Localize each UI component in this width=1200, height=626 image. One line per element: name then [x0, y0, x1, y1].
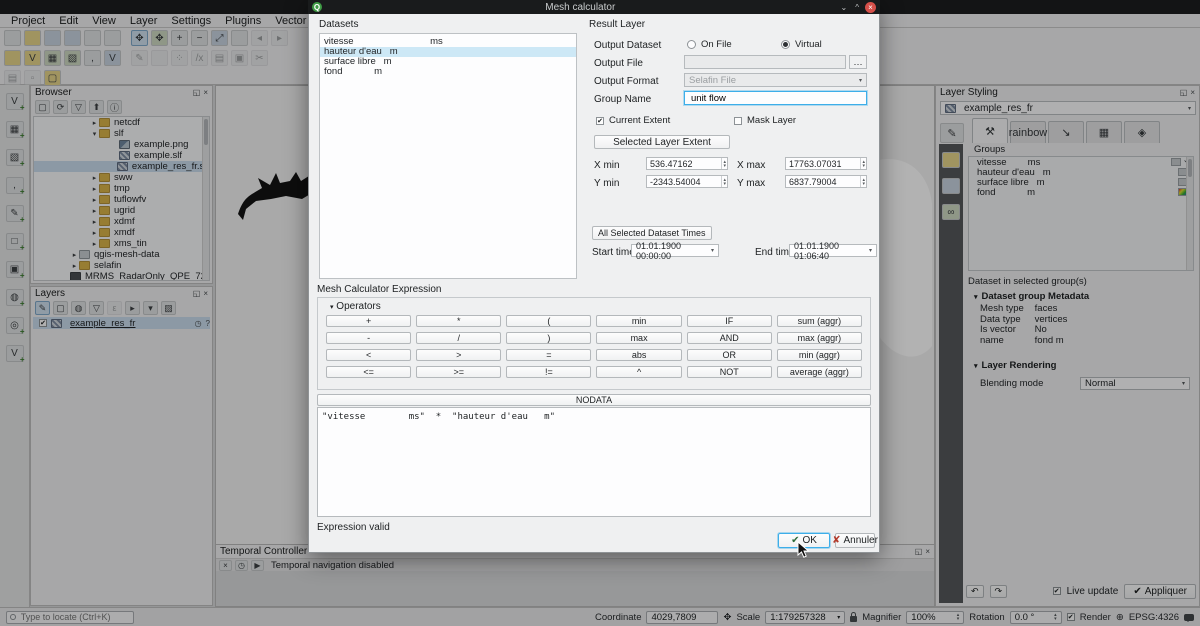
- operator-button[interactable]: min: [596, 315, 681, 327]
- xmax-input[interactable]: 17763.07031▴▾: [785, 157, 867, 170]
- operator-button[interactable]: >: [416, 349, 501, 361]
- chevron-down-icon: ▾: [859, 77, 862, 84]
- operator-button[interactable]: <=: [326, 366, 411, 378]
- output-file-input[interactable]: [684, 55, 846, 69]
- xmin-label: X min: [594, 160, 620, 171]
- operator-button[interactable]: AND: [687, 332, 772, 344]
- mouse-cursor: [797, 541, 811, 559]
- chevron-down-icon: ▾: [869, 247, 872, 254]
- operator-button[interactable]: IF: [687, 315, 772, 327]
- ymax-label: Y max: [737, 178, 765, 189]
- xmin-input[interactable]: 536.47162▴▾: [646, 157, 728, 170]
- virtual-radio[interactable]: Virtual: [781, 39, 822, 50]
- operator-button[interactable]: ): [506, 332, 591, 344]
- operator-button[interactable]: sum (aggr): [777, 315, 862, 327]
- operator-button[interactable]: +: [326, 315, 411, 327]
- nodata-button[interactable]: NODATA: [317, 394, 871, 406]
- start-time-select[interactable]: 01.01.1900 00:00:00▾: [631, 244, 719, 257]
- browse-button[interactable]: …: [849, 55, 867, 69]
- ymin-label: Y min: [594, 178, 619, 189]
- datasets-label: Datasets: [319, 19, 358, 30]
- operator-button[interactable]: ^: [596, 366, 681, 378]
- dialog-title: Mesh calculator: [326, 2, 835, 13]
- mask-layer-checkbox[interactable]: Mask Layer: [734, 115, 796, 126]
- operator-button[interactable]: OR: [687, 349, 772, 361]
- expression-section-label: Mesh Calculator Expression: [317, 284, 442, 295]
- current-extent-checkbox[interactable]: Current Extent: [596, 115, 670, 126]
- operator-button[interactable]: *: [416, 315, 501, 327]
- expression-editor[interactable]: "vitesse ms" * "hauteur d'eau m": [317, 407, 871, 517]
- operator-button[interactable]: =: [506, 349, 591, 361]
- ymin-input[interactable]: -2343.54004▴▾: [646, 175, 728, 188]
- operator-button[interactable]: max (aggr): [777, 332, 862, 344]
- operators-label: Operators: [336, 301, 380, 312]
- collapse-caret-icon[interactable]: ▾: [330, 304, 334, 311]
- screen: ProjectEditViewLayerSettingsPluginsVecto…: [0, 0, 1200, 626]
- close-dialog-icon[interactable]: ×: [865, 2, 876, 13]
- operator-button[interactable]: abs: [596, 349, 681, 361]
- dialog-titlebar[interactable]: Q Mesh calculator ⌄ ^ ×: [308, 0, 880, 14]
- xmax-label: X max: [737, 160, 765, 171]
- result-layer-label: Result Layer: [589, 19, 645, 30]
- output-file-label: Output File: [594, 58, 643, 69]
- datasets-list: vitesse mshauteur d'eau msurface libre m…: [319, 33, 577, 279]
- end-time-select[interactable]: 01.01.1900 01:06:40▾: [789, 244, 877, 257]
- operator-button[interactable]: -: [326, 332, 411, 344]
- on-file-radio[interactable]: On File: [687, 39, 732, 50]
- operator-button[interactable]: !=: [506, 366, 591, 378]
- operator-button[interactable]: min (aggr): [777, 349, 862, 361]
- dialog-body: Datasets vitesse mshauteur d'eau msurfac…: [308, 14, 880, 553]
- operator-button[interactable]: average (aggr): [777, 366, 862, 378]
- group-name-input[interactable]: [684, 91, 867, 105]
- operator-button[interactable]: >=: [416, 366, 501, 378]
- operators-group: ▾ Operators + * ( min IF sum (aggr) -/) max AND m…: [317, 297, 871, 390]
- start-time-label: Start time: [592, 247, 635, 258]
- maximize-icon[interactable]: ^: [853, 3, 861, 12]
- mesh-calculator-dialog: Q Mesh calculator ⌄ ^ × Datasets vitesse…: [308, 0, 880, 553]
- radio-icon[interactable]: [687, 40, 696, 49]
- selected-layer-extent-button[interactable]: Selected Layer Extent: [594, 135, 730, 149]
- group-name-label: Group Name: [594, 94, 651, 105]
- output-format-select[interactable]: Selafin File▾: [684, 73, 867, 87]
- operator-button[interactable]: max: [596, 332, 681, 344]
- qgis-logo-icon: Q: [312, 2, 322, 12]
- chevron-down-icon: ▾: [711, 247, 714, 254]
- operator-button[interactable]: <: [326, 349, 411, 361]
- all-dataset-times-button[interactable]: All Selected Dataset Times: [592, 226, 712, 240]
- operator-button[interactable]: /: [416, 332, 501, 344]
- operator-button[interactable]: NOT: [687, 366, 772, 378]
- minimize-icon[interactable]: ⌄: [839, 3, 850, 12]
- checkbox-icon[interactable]: [596, 117, 604, 125]
- operator-button[interactable]: (: [506, 315, 591, 327]
- radio-icon[interactable]: [781, 40, 790, 49]
- output-dataset-label: Output Dataset: [594, 40, 661, 51]
- cancel-button[interactable]: ✘ Annuler: [835, 533, 875, 548]
- output-format-label: Output Format: [594, 76, 658, 87]
- dataset-item[interactable]: fond m: [320, 67, 576, 77]
- checkbox-icon[interactable]: [734, 117, 742, 125]
- cross-icon: ✘: [832, 535, 840, 546]
- expression-status: Expression valid: [317, 522, 390, 533]
- ymax-input[interactable]: 6837.79004▴▾: [785, 175, 867, 188]
